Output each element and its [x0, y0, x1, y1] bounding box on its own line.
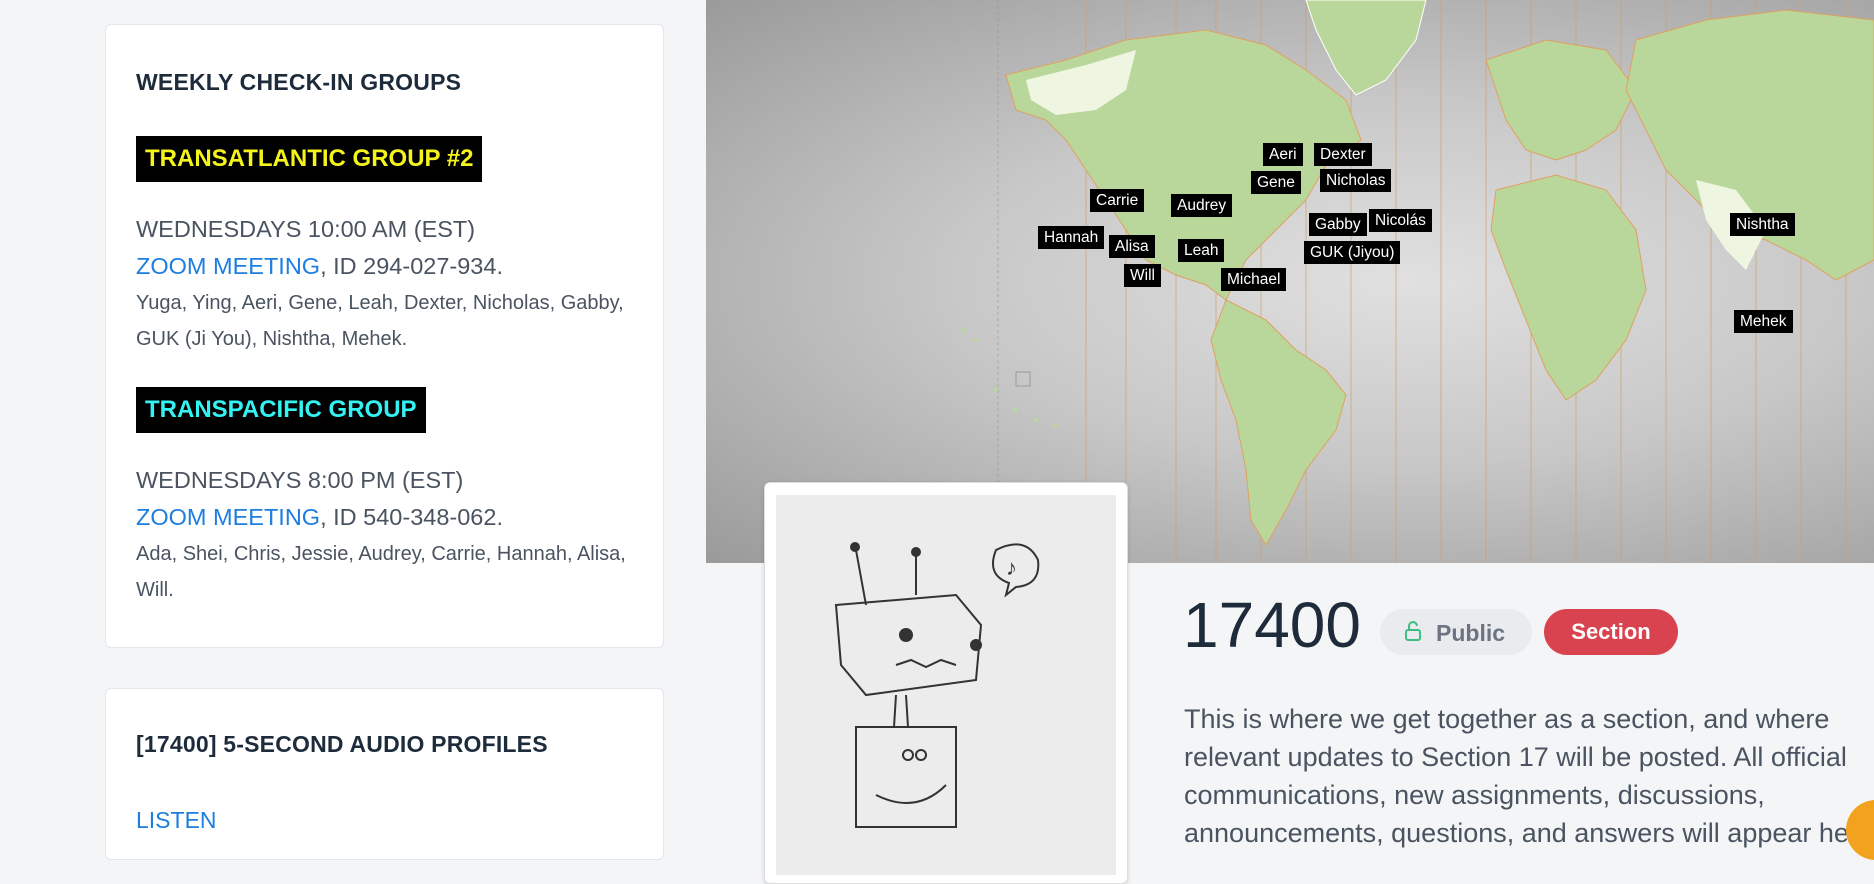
audio-profiles-card: [17400] 5-SECOND AUDIO PROFILES LISTEN: [105, 688, 664, 860]
map-label: Gene: [1251, 171, 1301, 194]
group-tag-transpacific: TRANSPACIFIC GROUP: [136, 387, 426, 433]
map-label: Nicolás: [1369, 209, 1432, 232]
visibility-label: Public: [1436, 620, 1506, 646]
visibility-badge: Public: [1380, 609, 1532, 655]
hero-world-map: Aeri Dexter Gene Nicholas Carrie Audrey …: [706, 0, 1874, 563]
course-avatar: ♪: [764, 482, 1128, 884]
group-members-transpacific: Ada, Shei, Chris, Jessie, Audrey, Carrie…: [136, 543, 626, 601]
zoom-meeting-link[interactable]: ZOOM MEETING: [136, 253, 320, 279]
map-label: Aeri: [1263, 143, 1303, 166]
map-label: Gabby: [1309, 213, 1367, 236]
audio-title: [17400] 5-SECOND AUDIO PROFILES: [136, 731, 548, 757]
zoom-meeting-link[interactable]: ZOOM MEETING: [136, 504, 320, 530]
svg-text:♪: ♪: [1006, 555, 1017, 580]
group-tag-transatlantic: TRANSATLANTIC GROUP #2: [136, 136, 483, 182]
group-time: WEDNESDAYS 10:00 AM (EST): [136, 216, 476, 242]
group-time: WEDNESDAYS 8:00 PM (EST): [136, 467, 464, 493]
course-description: This is where we get together as a secti…: [1184, 704, 1874, 848]
map-label: Hannah: [1038, 226, 1105, 249]
group-meeting-line: ZOOM MEETING, ID 294-027-934.: [136, 248, 503, 285]
robot-sketch-image: ♪: [776, 495, 1116, 875]
course-number: 17400: [1183, 589, 1361, 661]
map-label: Mehek: [1734, 310, 1793, 333]
map-label: Will: [1124, 264, 1161, 287]
checkin-title: WEEKLY CHECK-IN GROUPS: [136, 69, 462, 95]
group-schedule-transpacific: WEDNESDAYS 8:00 PM (EST) ZOOM MEETING, I…: [136, 462, 503, 536]
group-schedule-transatlantic: WEDNESDAYS 10:00 AM (EST) ZOOM MEETING, …: [136, 211, 503, 285]
map-label: Nishtha: [1730, 213, 1795, 236]
map-label: Nicholas: [1320, 169, 1392, 192]
section-badge: Section: [1544, 609, 1678, 655]
group-meeting-line: ZOOM MEETING, ID 540-348-062.: [136, 499, 503, 536]
map-label: Dexter: [1314, 143, 1372, 166]
map-label: Audrey: [1171, 194, 1233, 217]
map-label: GUK (Jiyou): [1304, 241, 1401, 264]
group-members-transatlantic: Yuga, Ying, Aeri, Gene, Leah, Dexter, Ni…: [136, 292, 624, 350]
map-label: Alisa: [1109, 235, 1155, 258]
map-label: Michael: [1221, 268, 1287, 291]
map-label: Carrie: [1090, 189, 1145, 212]
world-map-graphic: [962, 0, 1874, 563]
meeting-id: , ID 294-027-934.: [320, 253, 503, 279]
meeting-id: , ID 540-348-062.: [320, 504, 503, 530]
checkin-groups-card: WEEKLY CHECK-IN GROUPS TRANSATLANTIC GRO…: [105, 24, 664, 648]
unlock-icon: [1404, 620, 1422, 648]
map-label: Leah: [1178, 239, 1225, 262]
